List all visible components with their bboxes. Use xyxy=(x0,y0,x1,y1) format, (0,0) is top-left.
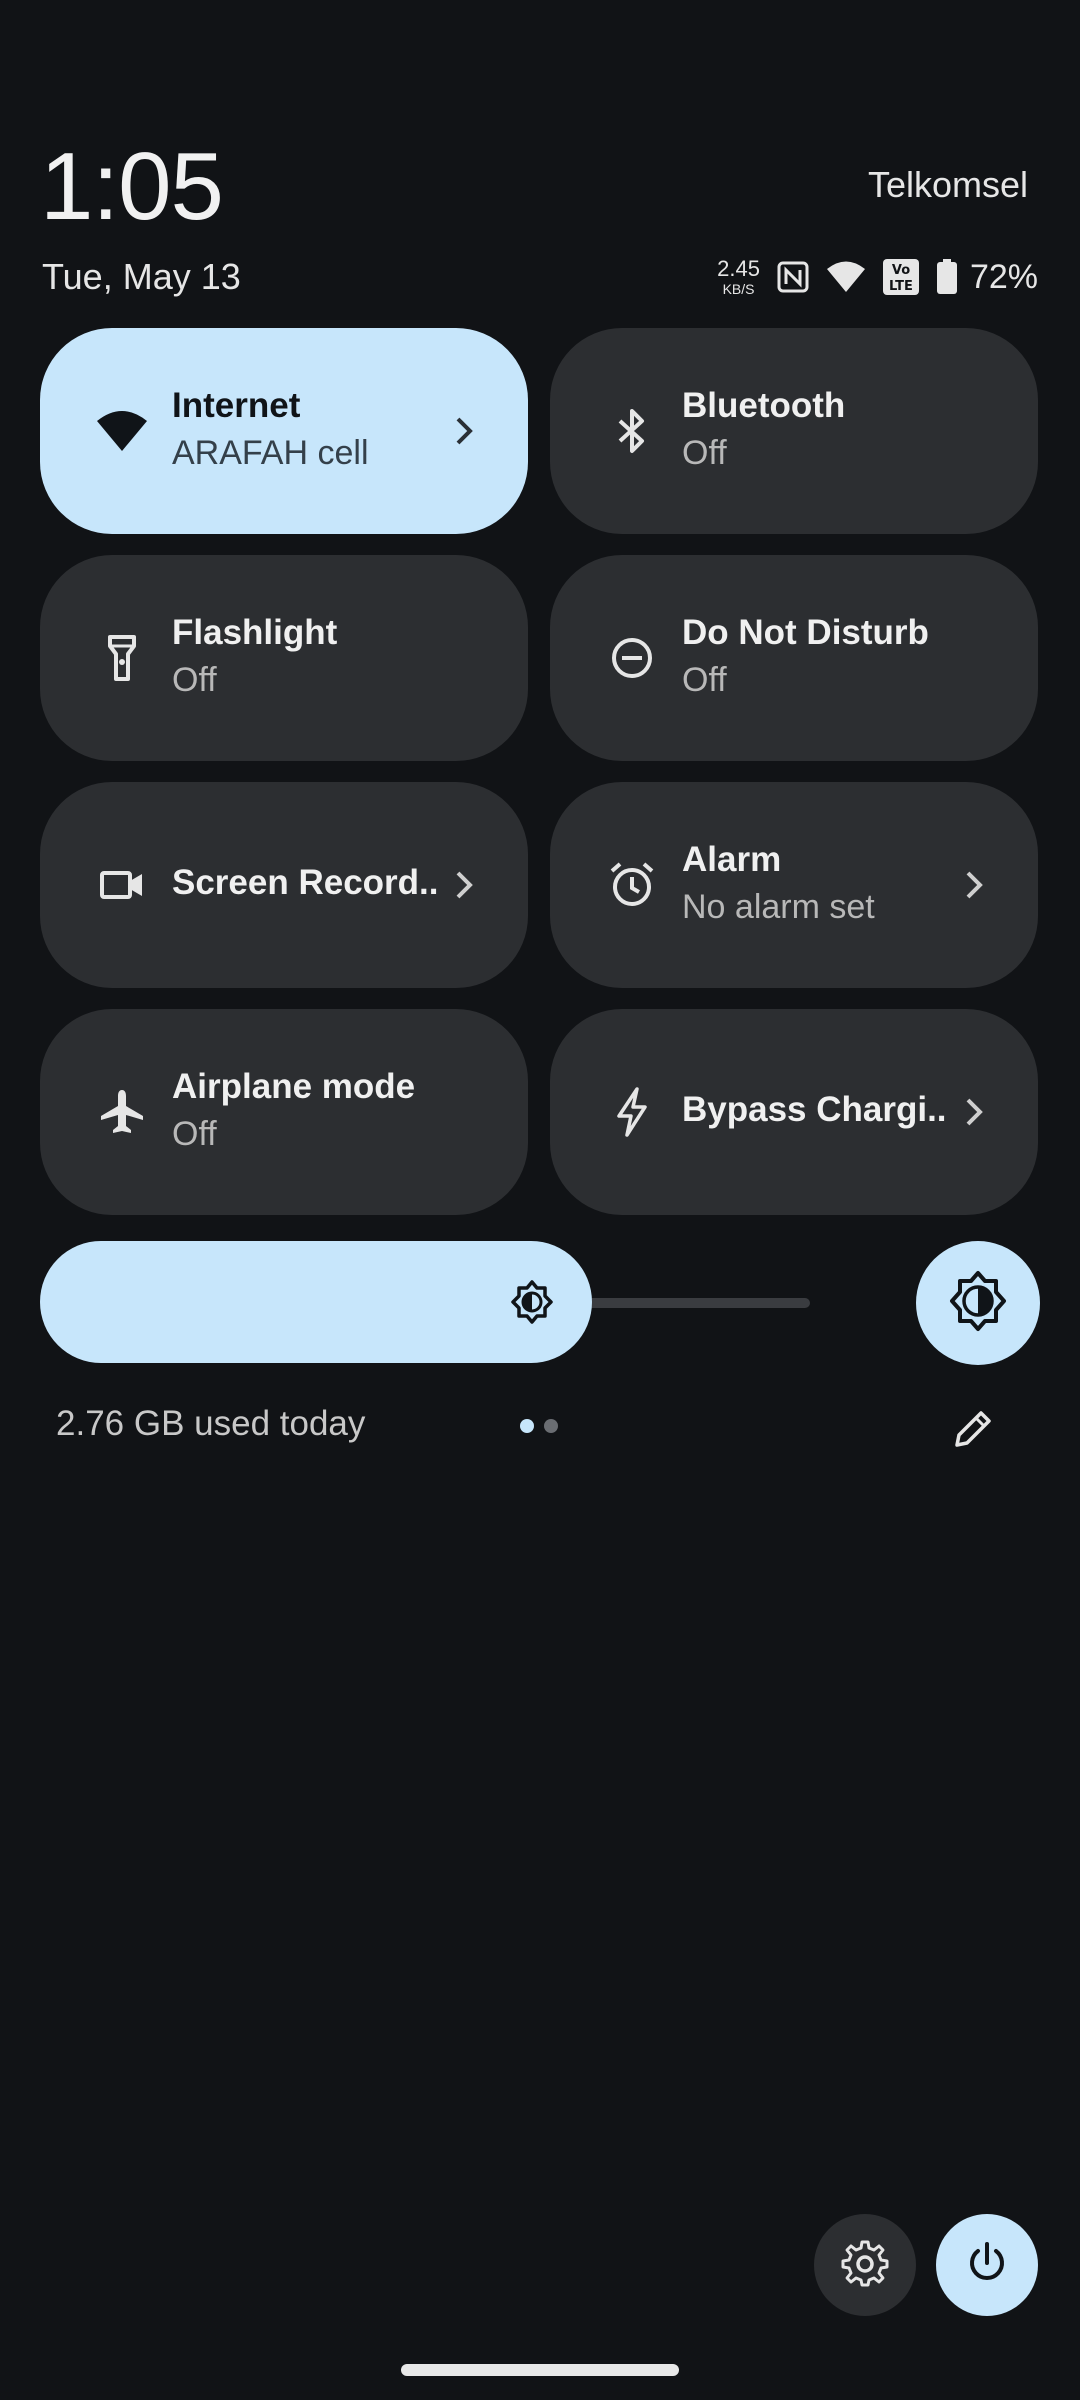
data-usage-label[interactable]: 2.76 GB used today xyxy=(56,1404,365,1444)
tile-label: Alarm xyxy=(682,840,782,879)
auto-brightness-button[interactable] xyxy=(916,1241,1040,1365)
volte-icon: Vo LTE xyxy=(882,258,920,296)
chevron-right-icon[interactable] xyxy=(950,861,998,909)
tile-subtitle: Off xyxy=(172,1115,217,1153)
tile-label: Bluetooth xyxy=(682,386,846,425)
tile-screen-record[interactable]: Screen Record.. xyxy=(40,782,528,988)
do-not-disturb-icon xyxy=(598,624,666,692)
tile-subtitle: No alarm set xyxy=(682,888,875,926)
tile-flashlight[interactable]: Flashlight Off xyxy=(40,555,528,761)
page-indicator xyxy=(520,1419,558,1433)
tile-airplane-mode[interactable]: Airplane mode Off xyxy=(40,1009,528,1215)
network-speed-value: 2.45 xyxy=(717,256,760,281)
alarm-icon xyxy=(598,851,666,919)
tile-subtitle: ARAFAH cell xyxy=(172,434,369,472)
tile-subtitle: Off xyxy=(172,661,217,699)
tile-internet[interactable]: Internet ARAFAH cell xyxy=(40,328,528,534)
network-speed-unit: KB/S xyxy=(722,281,755,297)
tile-bluetooth[interactable]: Bluetooth Off xyxy=(550,328,1038,534)
tile-label: Bypass Chargi.. xyxy=(682,1090,947,1129)
chevron-right-icon[interactable] xyxy=(440,861,488,909)
page-dot xyxy=(544,1419,558,1433)
auto-brightness-icon xyxy=(946,1269,1010,1338)
svg-text:Vo: Vo xyxy=(892,263,910,278)
home-gesture-bar[interactable] xyxy=(401,2364,679,2376)
network-speed: 2.45 KB/S xyxy=(717,256,760,297)
date[interactable]: Tue, May 13 xyxy=(42,256,241,298)
battery-percent: 72% xyxy=(969,257,1038,296)
tile-label: Do Not Disturb xyxy=(682,613,929,652)
wifi-icon xyxy=(826,260,866,294)
tile-subtitle: Off xyxy=(682,661,727,699)
page-dot-active xyxy=(520,1419,534,1433)
settings-button[interactable] xyxy=(814,2214,916,2316)
chevron-right-icon[interactable] xyxy=(950,1088,998,1136)
power-icon xyxy=(963,2239,1011,2292)
tile-label: Internet xyxy=(172,386,301,425)
battery-icon xyxy=(936,259,958,295)
nfc-icon xyxy=(776,260,810,294)
tile-alarm[interactable]: Alarm No alarm set xyxy=(550,782,1038,988)
svg-text:LTE: LTE xyxy=(889,279,913,294)
videocam-icon xyxy=(88,851,156,919)
tile-subtitle: Off xyxy=(682,434,727,472)
airplane-icon xyxy=(88,1078,156,1146)
status-icons: 2.45 KB/S Vo LTE 72% xyxy=(717,254,1038,300)
pencil-icon xyxy=(951,1407,995,1456)
quick-settings-panel: 1:05 Telkomsel Tue, May 13 2.45 KB/S Vo … xyxy=(0,0,1080,2400)
tile-label: Screen Record.. xyxy=(172,863,439,902)
carrier-name: Telkomsel xyxy=(867,164,1028,205)
wifi-icon xyxy=(88,397,156,465)
flashlight-icon xyxy=(88,624,156,692)
brightness-slider[interactable] xyxy=(40,1241,592,1363)
tile-label: Flashlight xyxy=(172,613,338,652)
power-button[interactable] xyxy=(936,2214,1038,2316)
bolt-icon xyxy=(598,1078,666,1146)
tile-do-not-disturb[interactable]: Do Not Disturb Off xyxy=(550,555,1038,761)
brightness-slider-track[interactable] xyxy=(560,1298,810,1308)
brightness-icon xyxy=(508,1278,556,1331)
bluetooth-icon xyxy=(598,397,666,465)
clock[interactable]: 1:05 xyxy=(40,132,224,242)
chevron-right-icon[interactable] xyxy=(440,407,488,455)
tile-bypass-charging[interactable]: Bypass Chargi.. xyxy=(550,1009,1038,1215)
edit-button[interactable] xyxy=(940,1398,1006,1464)
gear-icon xyxy=(841,2239,889,2292)
tile-label: Airplane mode xyxy=(172,1067,416,1106)
